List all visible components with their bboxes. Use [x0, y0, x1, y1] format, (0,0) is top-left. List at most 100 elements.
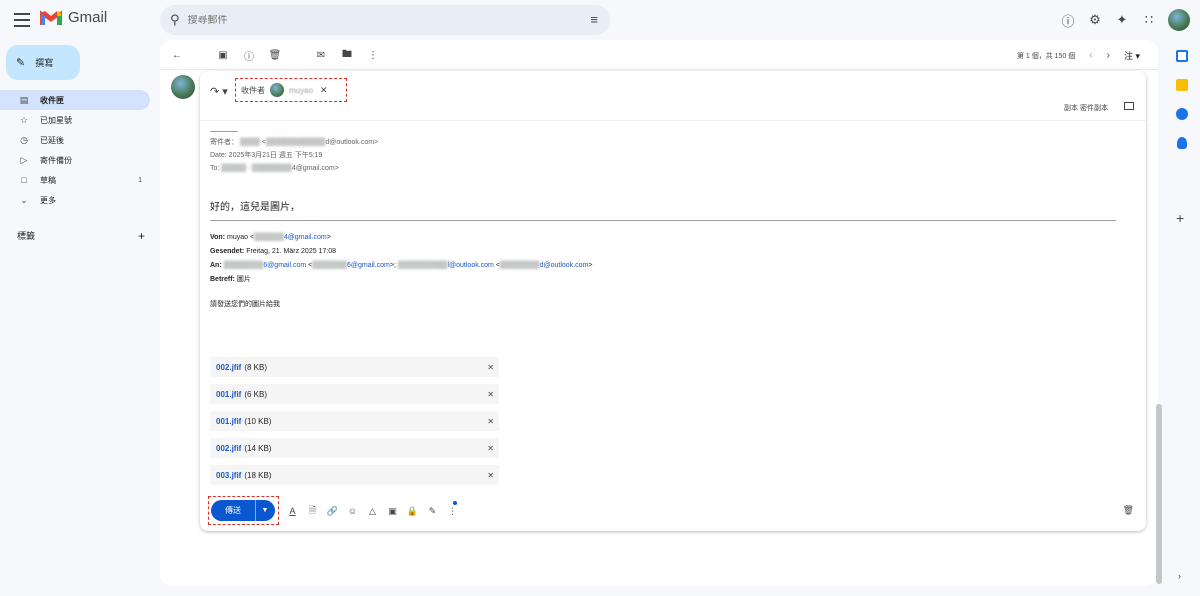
attachment-name[interactable]: 002.jfif	[216, 363, 241, 372]
back-arrow-icon[interactable]: ←	[170, 48, 184, 62]
archive-icon[interactable]: ▣	[216, 48, 230, 62]
gesendet-line: Gesendet: Freitag, 21. März 2025 17:08	[210, 245, 1130, 259]
discard-draft-icon[interactable]: 🗑	[1123, 505, 1134, 516]
attach-file-icon[interactable]: 🗎	[306, 505, 319, 517]
account-avatar[interactable]	[1168, 9, 1190, 31]
attachment-name[interactable]: 001.jfif	[216, 417, 241, 426]
von-email-link[interactable]: 4@gmail.com	[284, 234, 327, 241]
signature-divider	[210, 131, 238, 132]
chevron-down-icon: ⌄	[20, 194, 28, 205]
recipient-chip-name[interactable]: muyao	[289, 86, 313, 95]
sidebar-item-more[interactable]: ⌄ 更多	[0, 190, 152, 210]
attachment-size: (10 KB)	[244, 416, 272, 426]
cc-bcc-links[interactable]: 副本 密件副本	[1064, 103, 1108, 113]
next-chevron-icon[interactable]: ›	[1107, 50, 1110, 61]
search-icon[interactable]: ⚲	[170, 12, 180, 28]
drive-icon[interactable]: △	[366, 505, 379, 517]
add-label-icon[interactable]: +	[138, 229, 145, 243]
insert-link-icon[interactable]: 🔗	[326, 505, 339, 517]
betreff-line: Betreff: 圖片	[210, 273, 1130, 287]
attachment-chip[interactable]: 002.jfif (8 KB) ✕	[210, 357, 499, 377]
forward-type-icon[interactable]: ↷ ▾	[210, 85, 228, 98]
signature-pen-icon[interactable]: ✎	[426, 505, 439, 517]
insert-photo-icon[interactable]: ▣	[386, 505, 399, 517]
move-to-icon[interactable]: 🖿	[340, 48, 354, 62]
prev-chevron-icon[interactable]: ‹	[1089, 50, 1092, 61]
scrollbar[interactable]	[1156, 404, 1162, 584]
apps-grid-icon[interactable]: ∷	[1141, 12, 1157, 28]
remove-attachment-icon[interactable]: ✕	[487, 363, 494, 372]
sidebar-item-sent[interactable]: ▷ 寄件備份	[0, 150, 152, 170]
redacted-text: ████████	[499, 262, 540, 269]
sidebar-item-label: 收件匣	[40, 95, 64, 105]
remove-attachment-icon[interactable]: ✕	[487, 444, 494, 453]
attachment-chip[interactable]: 003.jfif (18 KB) ✕	[210, 465, 499, 485]
search-bar[interactable]: ⚲ ≡	[160, 5, 610, 35]
sidebar-item-starred[interactable]: ☆ 已加星號	[0, 110, 152, 130]
redacted-text: ███████	[312, 262, 347, 269]
sidebar-item-snoozed[interactable]: ◷ 已延後	[0, 130, 152, 150]
redacted-text: ██████████	[397, 262, 448, 269]
input-tools-label: 注	[1123, 51, 1133, 61]
emoji-icon[interactable]: ☺	[346, 505, 359, 517]
forward-date-line: Date: 2025年3月21日 週五 下午5:19	[210, 152, 323, 159]
compose-button[interactable]: ✎ 撰寫	[6, 45, 80, 80]
schedule-send-chevron-icon[interactable]: ▼	[256, 507, 274, 514]
von-close: >	[326, 234, 331, 241]
attachment-name[interactable]: 003.jfif	[216, 471, 241, 480]
remove-attachment-icon[interactable]: ✕	[487, 390, 494, 399]
an-email-link[interactable]: 6@gmail.com	[263, 262, 306, 269]
sidebar-item-drafts[interactable]: □ 草稿 1	[0, 170, 152, 190]
main-menu-icon[interactable]	[14, 11, 30, 29]
search-input[interactable]	[187, 14, 568, 26]
to-field[interactable]: 收件者 muyao ✕	[235, 78, 347, 102]
message-body[interactable]: 寄件者： ████ <████████████d@outlook.com> Da…	[210, 131, 1130, 311]
notification-dot	[453, 501, 457, 505]
settings-gear-icon[interactable]: ⚙	[1087, 12, 1103, 28]
remove-attachment-icon[interactable]: ✕	[487, 471, 494, 480]
more-vert-icon[interactable]: ⋮	[366, 48, 380, 62]
mark-unread-icon[interactable]: ✉	[314, 48, 328, 62]
inbox-icon: ▤	[19, 94, 29, 105]
an-email-link[interactable]: 6@gmail.com	[347, 262, 390, 269]
forward-to-label: To:	[210, 165, 222, 172]
gmail-logo[interactable]: Gmail	[40, 9, 107, 26]
more-options-icon[interactable]: ⋮	[446, 505, 459, 517]
popout-icon[interactable]	[1124, 102, 1134, 110]
input-tools-button[interactable]: 注 ▾	[1124, 49, 1140, 62]
top-right-actions: ⓘ ⚙ ✦ ∷	[1060, 9, 1190, 31]
tasks-icon[interactable]	[1176, 108, 1188, 120]
search-options-icon[interactable]: ≡	[590, 12, 598, 27]
sender-avatar[interactable]	[171, 75, 195, 99]
report-spam-icon[interactable]: ⓘ	[242, 48, 256, 63]
calendar-icon[interactable]	[1176, 50, 1188, 62]
keep-icon[interactable]	[1176, 79, 1188, 91]
an-email-link[interactable]: d@outlook.com	[540, 262, 589, 269]
labels-heading: 標籤	[17, 231, 36, 241]
attachment-name[interactable]: 002.jfif	[216, 444, 241, 453]
text-format-icon[interactable]: A	[286, 505, 299, 517]
attachment-chip[interactable]: 001.jfif (10 KB) ✕	[210, 411, 499, 431]
send-button[interactable]: 傳送 ▼	[211, 500, 275, 521]
hide-side-panel-icon[interactable]: ›	[1178, 571, 1181, 581]
help-icon[interactable]: ⓘ	[1060, 12, 1076, 29]
reply-compose-card: ↷ ▾ 收件者 muyao ✕ 副本 密件副本 寄件者： ████ <█████…	[200, 71, 1146, 531]
add-addon-icon[interactable]: +	[1176, 210, 1184, 226]
contacts-icon[interactable]	[1177, 137, 1187, 149]
delete-icon[interactable]: 🗑	[268, 48, 282, 62]
labels-section: 標籤 +	[17, 229, 145, 243]
confidential-lock-icon[interactable]: 🔒	[406, 505, 419, 517]
remove-attachment-icon[interactable]: ✕	[487, 417, 494, 426]
an-email-link[interactable]: l@outlook.com	[447, 262, 493, 269]
attachment-size: (8 KB)	[244, 362, 268, 372]
attachment-chip[interactable]: 001.jfif (6 KB) ✕	[210, 384, 499, 404]
attachment-size: (6 KB)	[244, 389, 268, 399]
sidebar-item-inbox[interactable]: ▤ 收件匣	[0, 90, 150, 110]
attachment-name[interactable]: 001.jfif	[216, 390, 241, 399]
gemini-sparkle-icon[interactable]: ✦	[1114, 12, 1130, 28]
attachments-list: 002.jfif (8 KB) ✕ 001.jfif (6 KB) ✕ 001.…	[210, 357, 499, 492]
attachment-chip[interactable]: 002.jfif (14 KB) ✕	[210, 438, 499, 458]
draft-count: 1	[138, 176, 142, 184]
remove-recipient-icon[interactable]: ✕	[320, 85, 328, 96]
sidebar-nav: ▤ 收件匣 ☆ 已加星號 ◷ 已延後 ▷ 寄件備份 □ 草稿 1 ⌄ 更多	[0, 90, 152, 210]
